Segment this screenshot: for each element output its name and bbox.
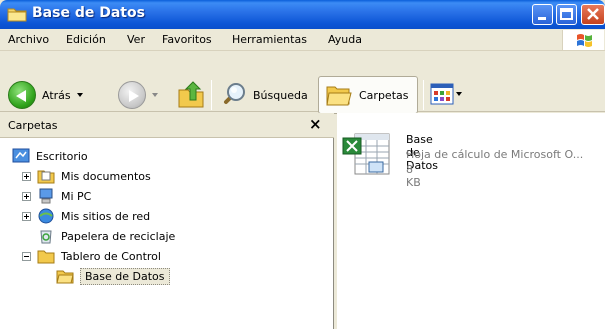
folder-open-icon [56,270,74,284]
file-size: 8 KB [406,163,421,189]
tree-label: Mis documentos [61,169,151,183]
folders-pane-title: Carpetas [8,119,58,132]
folders-icon [326,86,352,106]
search-label: Búsqueda [253,88,308,102]
folders-pane: Carpetas × Escritorio Mis documentos Mi … [0,113,334,329]
back-label: Atrás [42,88,71,102]
tree-item-papelera[interactable]: Papelera de reciclaje [37,226,175,246]
maximize-button[interactable] [556,4,577,25]
search-icon [224,83,245,104]
forward-dropdown-icon[interactable] [152,93,158,97]
expand-icon[interactable] [22,211,31,221]
menu-favoritos[interactable]: Favoritos [162,33,212,46]
network-places-icon [38,208,54,224]
folders-button[interactable]: Carpetas [318,76,418,114]
menu-edicion[interactable]: Edición [66,33,106,46]
minimize-button[interactable] [532,4,553,25]
maximize-icon [560,8,573,20]
views-dropdown-icon[interactable] [456,92,462,96]
menu-ver[interactable]: Ver [127,33,145,46]
tree-item-mi-pc[interactable]: Mi PC [22,186,91,206]
windows-flag-icon [577,34,592,47]
tree-item-mis-sitios-de-red[interactable]: Mis sitios de red [22,206,150,226]
content-pane: Base de Datos Hoja de cálculo de Microso… [337,113,605,329]
toolbar-separator [211,80,212,110]
collapse-icon[interactable] [22,251,31,261]
folders-label: Carpetas [359,88,409,102]
minimize-icon [538,17,546,20]
views-icon [430,83,454,105]
desktop-icon [12,148,30,163]
views-button[interactable] [430,83,462,105]
title-bar[interactable]: Base de Datos [0,0,605,29]
file-type: Hoja de cálculo de Microsoft O... [406,148,584,161]
back-button[interactable]: Atrás [8,81,83,109]
my-computer-icon [39,188,53,204]
tree-label: Mis sitios de red [61,209,151,223]
tree-label: Tablero de Control [61,249,161,263]
tree-item-base-de-datos[interactable]: Base de Datos [56,266,170,286]
folders-pane-header: Carpetas × [0,113,334,138]
close-button[interactable] [581,4,605,25]
expand-icon[interactable] [22,171,31,181]
documents-folder-icon [37,170,55,184]
close-icon [587,8,599,20]
menu-archivo[interactable]: Archivo [8,33,49,46]
folder-icon [37,250,55,264]
expand-icon[interactable] [22,191,31,201]
recycle-bin-icon [40,230,52,244]
tree-label: Mi PC [61,189,92,203]
tree-label-selected: Base de Datos [80,267,170,285]
windows-logo [562,30,604,50]
folder-icon [7,8,27,22]
window-title: Base de Datos [32,5,145,21]
back-dropdown-icon[interactable] [76,93,83,97]
menu-bar: Archivo Edición Ver Favoritos Herramient… [0,29,605,51]
menu-herramientas[interactable]: Herramientas [232,33,307,46]
search-button[interactable]: Búsqueda [219,81,308,109]
forward-button[interactable] [118,81,158,109]
close-pane-icon[interactable]: × [309,115,322,133]
up-folder-icon [178,81,204,108]
tree-item-tablero-de-control[interactable]: Tablero de Control [22,246,161,266]
toolbar-separator [423,80,424,110]
tree-item-mis-documentos[interactable]: Mis documentos [22,166,151,186]
tree-item-escritorio[interactable]: Escritorio [12,146,88,166]
up-folder-button[interactable] [176,80,206,110]
tree-label: Escritorio [36,149,88,163]
menu-ayuda[interactable]: Ayuda [328,33,362,46]
tree-label: Papelera de reciclaje [61,229,176,243]
explorer-window: Base de Datos Archivo Edición Ver Favori… [0,0,605,329]
forward-arrow-icon [118,81,146,109]
excel-file-icon [342,133,390,175]
back-arrow-icon [8,81,36,109]
